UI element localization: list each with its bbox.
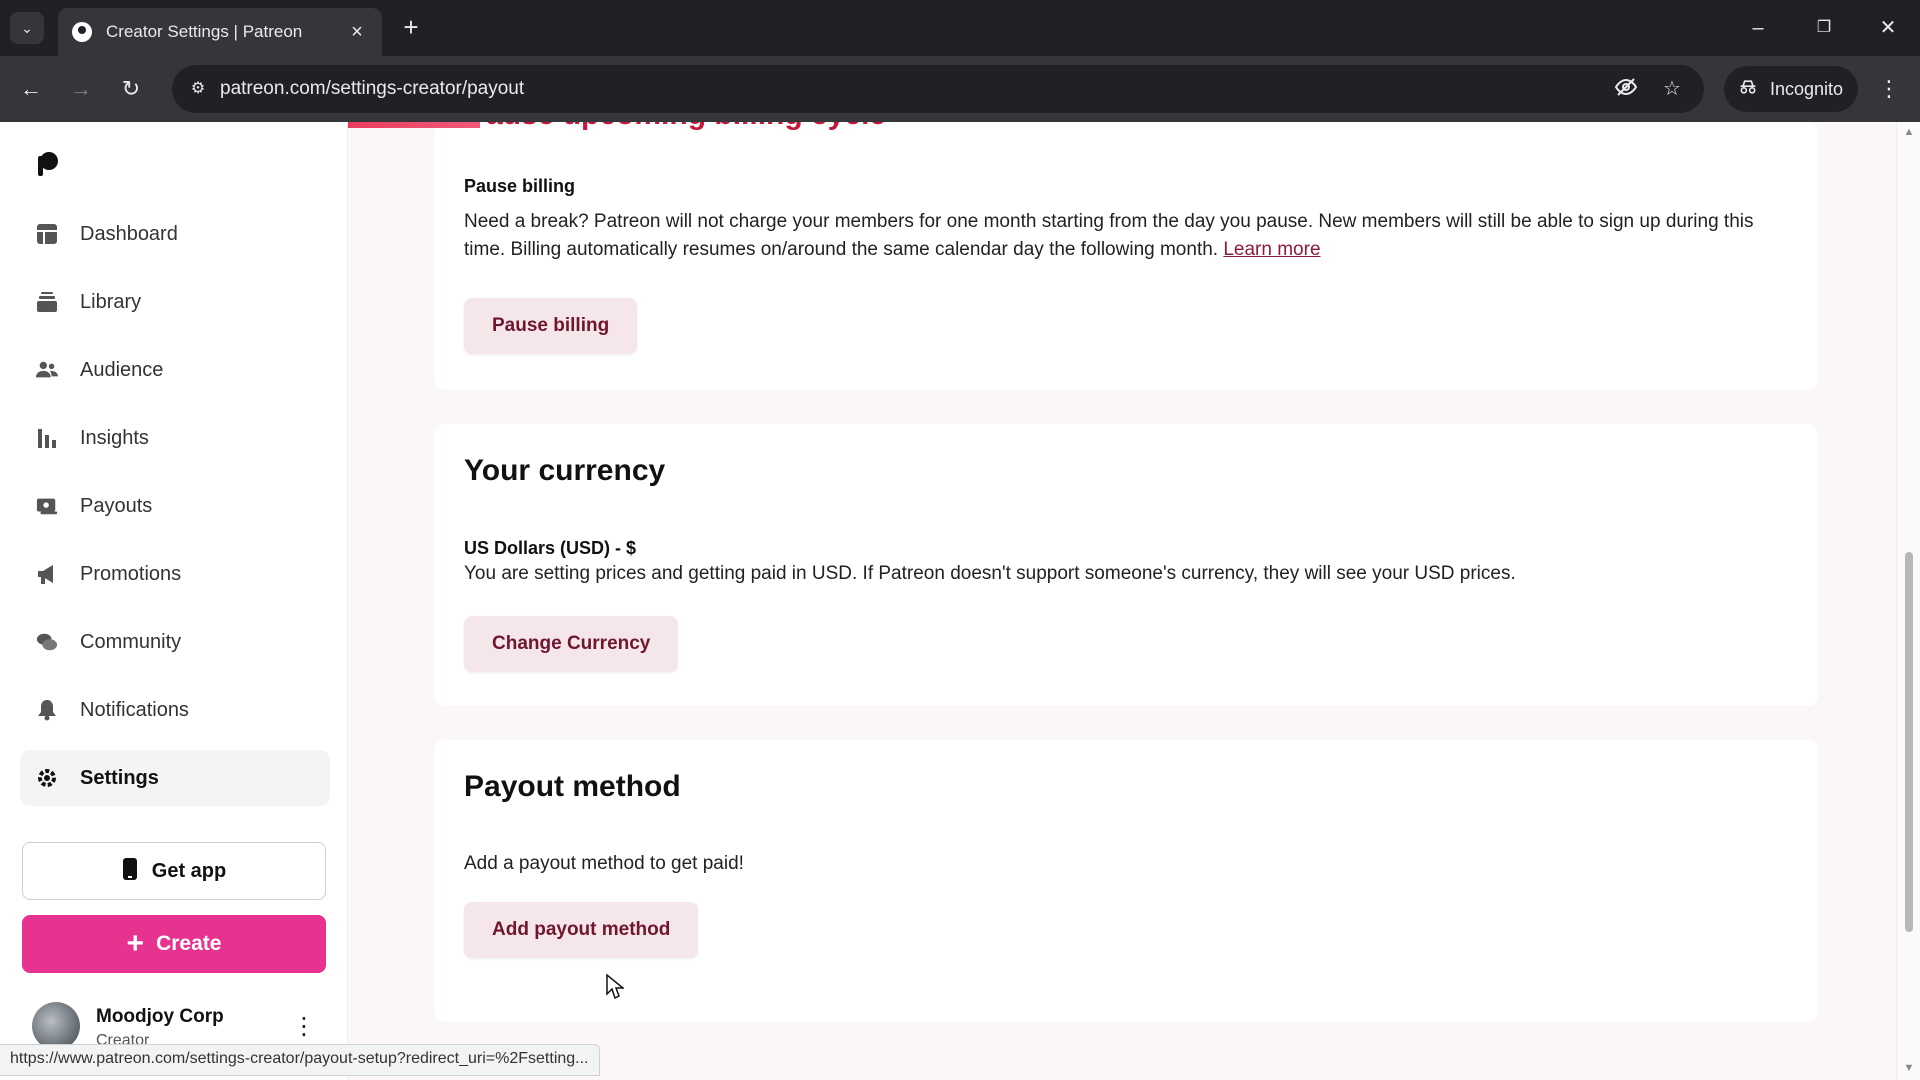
browser-menu-icon[interactable]: ⋮ (1874, 72, 1904, 106)
sidebar-item-audience[interactable]: Audience (20, 342, 330, 398)
settings-main: Pause billing Need a break? Patreon will… (348, 122, 1896, 1080)
sidebar-item-notifications[interactable]: Notifications (20, 682, 330, 738)
scroll-thumb[interactable] (1905, 552, 1913, 932)
profile-name: Moodjoy Corp (96, 1006, 224, 1027)
site-info-icon[interactable]: ⚙ (184, 75, 212, 103)
payout-method-card: Payout method Add a payout method to get… (434, 740, 1818, 1022)
get-app-label: Get app (151, 859, 227, 882)
sidebar-item-payouts[interactable]: Payouts (20, 478, 330, 534)
scroll-up-icon[interactable]: ▲ (1903, 126, 1915, 138)
reload-button[interactable]: ↻ (114, 72, 148, 106)
tab-title: Creator Settings | Patreon (106, 22, 303, 41)
sidebar-item-community[interactable]: Community (20, 614, 330, 670)
pause-section-heading-partial: Pause upcoming billing cycle (466, 122, 886, 132)
creator-sidebar: Dashboard Library Audience Insights Payo… (0, 122, 348, 1080)
currency-name: US Dollars (USD) - $ (464, 538, 637, 558)
sidebar-item-label: Notifications (80, 698, 189, 721)
bell-icon (36, 699, 58, 721)
sidebar-item-label: Settings (80, 766, 159, 789)
payout-method-title: Payout method (464, 770, 681, 803)
create-button[interactable]: + Create (22, 915, 326, 973)
megaphone-icon (36, 563, 58, 585)
bookmark-star-icon[interactable]: ☆ (1658, 75, 1686, 103)
phone-icon (122, 857, 138, 886)
audience-icon (36, 359, 58, 381)
sidebar-item-label: Promotions (80, 562, 182, 585)
patreon-favicon-icon (72, 22, 92, 42)
sidebar-item-promotions[interactable]: Promotions (20, 546, 330, 602)
mouse-cursor-icon (606, 974, 624, 1000)
insights-icon (36, 427, 58, 449)
library-icon (36, 291, 58, 313)
sidebar-item-label: Audience (80, 358, 164, 381)
sidebar-item-label: Payouts (80, 494, 153, 517)
incognito-indicator[interactable]: Incognito (1724, 66, 1858, 112)
incognito-icon (1738, 77, 1758, 102)
gear-icon (36, 767, 58, 789)
scroll-down-icon[interactable]: ▼ (1903, 1062, 1915, 1074)
minimize-window-button[interactable]: – (1738, 12, 1778, 44)
currency-description: You are setting prices and getting paid … (464, 563, 1516, 584)
create-label: Create (156, 932, 222, 955)
chat-bubbles-icon (36, 631, 58, 653)
back-button[interactable]: ← (14, 72, 48, 106)
sidebar-item-label: Community (80, 630, 182, 653)
sidebar-item-label: Insights (80, 426, 149, 449)
profile-more-icon[interactable]: ⋮ (292, 1010, 316, 1044)
currency-title: Your currency (464, 454, 666, 487)
sidebar-item-label: Dashboard (80, 222, 178, 245)
payout-method-description: Add a payout method to get paid! (464, 853, 744, 874)
add-payout-method-button[interactable]: Add payout method (464, 902, 699, 958)
page-content: Pause billing Need a break? Patreon will… (0, 122, 1920, 1080)
sidebar-item-settings[interactable]: Settings (20, 750, 330, 806)
sidebar-item-dashboard[interactable]: Dashboard (20, 206, 330, 262)
pause-billing-description: Need a break? Patreon will not charge yo… (464, 211, 1754, 260)
pause-billing-button[interactable]: Pause billing (464, 298, 638, 354)
dashboard-icon (36, 223, 58, 245)
pause-billing-subtitle: Pause billing (464, 176, 576, 196)
browser-toolbar: ← → ↻ ⚙ patreon.com/settings-creator/pay… (0, 56, 1920, 122)
avatar[interactable] (32, 1002, 80, 1050)
get-app-button[interactable]: Get app (22, 842, 326, 900)
tab-search-button[interactable]: ⌄ (10, 12, 44, 44)
page-scrollbar[interactable]: ▲ ▼ (1896, 122, 1920, 1080)
eye-off-icon[interactable] (1612, 75, 1640, 103)
address-bar[interactable]: ⚙ patreon.com/settings-creator/payout ☆ (172, 65, 1704, 113)
patreon-logo-icon[interactable] (36, 152, 58, 176)
link-preview-status: https://www.patreon.com/settings-creator… (0, 1044, 600, 1076)
forward-button[interactable]: → (64, 72, 98, 106)
plus-icon: + (126, 927, 145, 960)
payouts-icon (36, 495, 58, 517)
currency-card: Your currency US Dollars (USD) - $ You a… (434, 424, 1818, 706)
browser-tab-bar: ⌄ Creator Settings | Patreon × + – ❐ ✕ (0, 0, 1920, 56)
sidebar-item-insights[interactable]: Insights (20, 410, 330, 466)
incognito-label: Incognito (1770, 78, 1844, 99)
change-currency-button[interactable]: Change Currency (464, 616, 679, 672)
close-tab-icon[interactable]: × (346, 21, 368, 44)
restore-window-button[interactable]: ❐ (1804, 12, 1844, 44)
sidebar-item-label: Library (80, 290, 142, 313)
sidebar-item-library[interactable]: Library (20, 274, 330, 330)
url-text[interactable]: patreon.com/settings-creator/payout (220, 78, 524, 100)
browser-tab[interactable]: Creator Settings | Patreon × (58, 8, 382, 56)
learn-more-link[interactable]: Learn more (1223, 239, 1320, 260)
close-window-button[interactable]: ✕ (1868, 12, 1908, 44)
pause-billing-card: Pause billing Need a break? Patreon will… (434, 122, 1818, 390)
new-tab-button[interactable]: + (396, 12, 426, 42)
